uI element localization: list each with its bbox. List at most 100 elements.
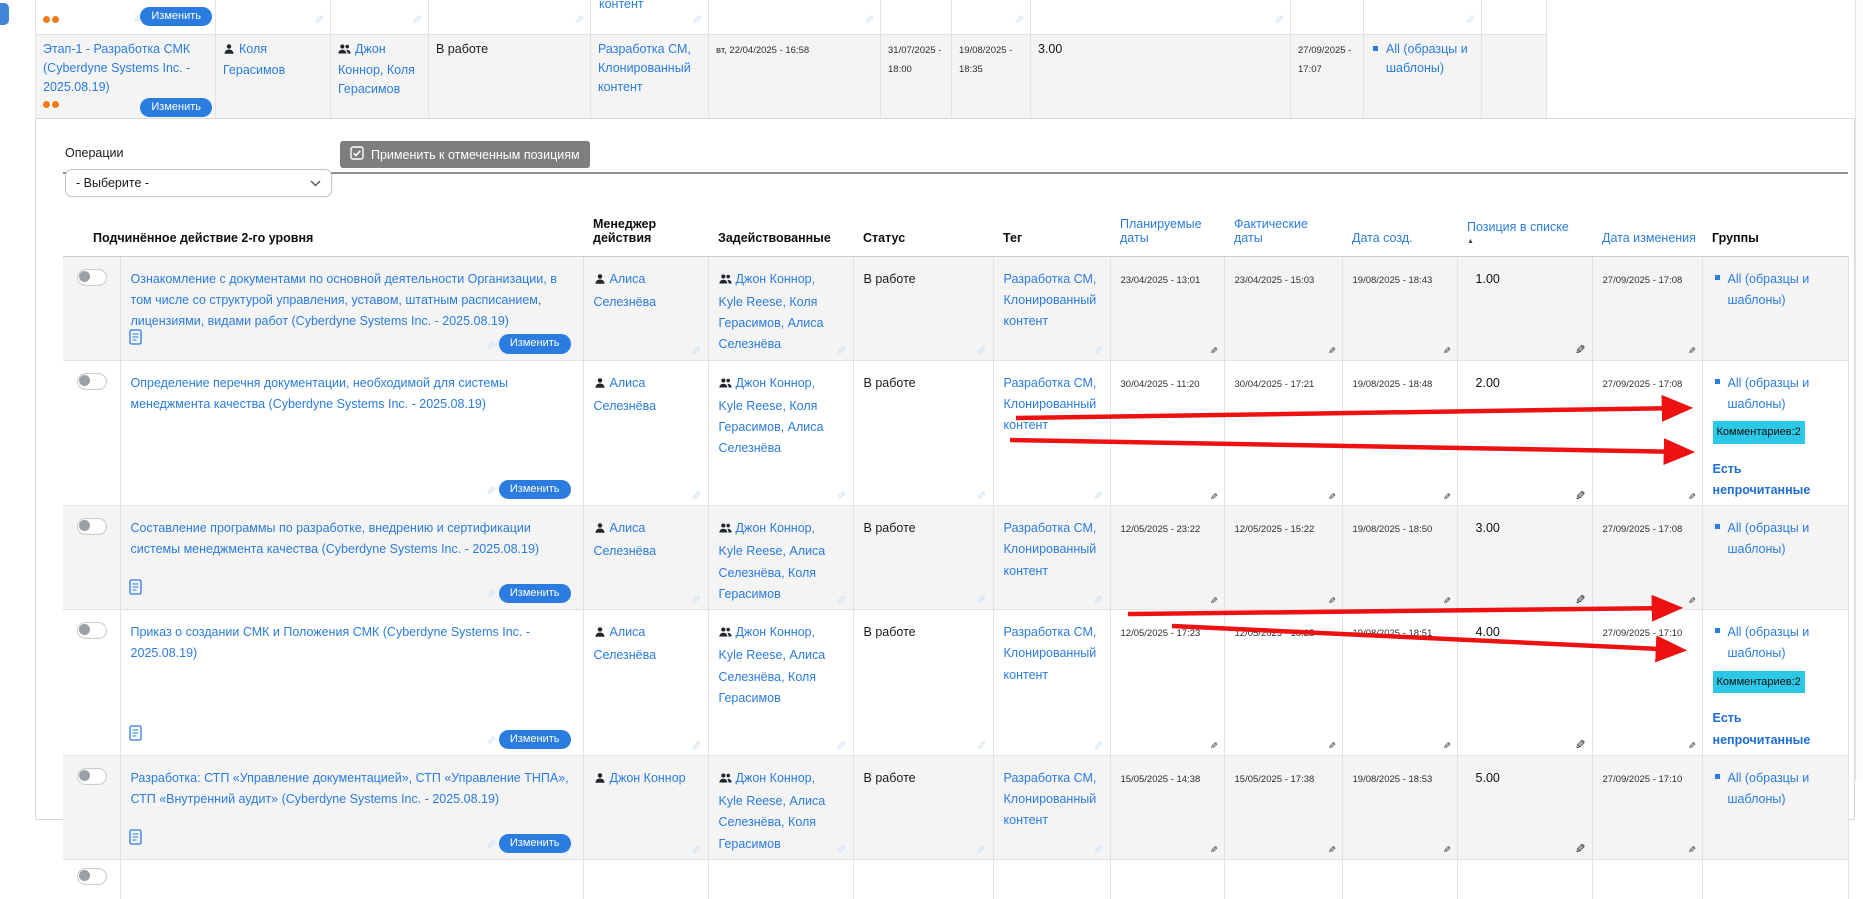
- edit-pencil-icon[interactable]: ✎: [1210, 597, 1218, 607]
- edit-pencil-icon[interactable]: ✎: [1328, 742, 1336, 752]
- tag-link[interactable]: Разработка СМ, Клонированный контент: [1004, 376, 1097, 433]
- row-toggle[interactable]: [77, 868, 107, 885]
- edit-pencil-icon[interactable]: ✎: [836, 844, 846, 856]
- edit-pencil-icon[interactable]: ✎: [1443, 347, 1451, 357]
- action-title-link[interactable]: Определение перечня документации, необхо…: [131, 376, 508, 411]
- edit-pencil-icon[interactable]: ✎: [1688, 597, 1696, 607]
- tag-link[interactable]: Разработка СМ, Клонированный контент: [1004, 625, 1097, 682]
- edit-pencil-icon[interactable]: ✎: [486, 485, 496, 497]
- edit-pencil-icon[interactable]: ✎: [691, 844, 701, 856]
- edit-pencil-icon[interactable]: ✎: [1443, 597, 1451, 607]
- edit-pencil-icon[interactable]: ✎: [1575, 344, 1585, 357]
- edit-pencil-icon[interactable]: ✎: [1328, 347, 1336, 357]
- edit-pencil-icon[interactable]: ✎: [1688, 846, 1696, 856]
- document-icon[interactable]: [129, 829, 142, 852]
- action-title-link[interactable]: Разработка: СТП «Управление документацие…: [131, 771, 569, 806]
- edit-pencil-icon[interactable]: ✎: [1274, 14, 1284, 26]
- edit-pencil-icon[interactable]: ✎: [1210, 347, 1218, 357]
- edit-pencil-icon[interactable]: ✎: [314, 14, 324, 26]
- edit-pencil-icon[interactable]: ✎: [1688, 347, 1696, 357]
- edit-pencil-icon[interactable]: ✎: [1575, 594, 1585, 607]
- edit-pencil-icon[interactable]: ✎: [1093, 345, 1103, 357]
- edit-pencil-icon[interactable]: ✎: [1575, 739, 1585, 752]
- document-icon[interactable]: [129, 725, 142, 748]
- edit-pencil-icon[interactable]: ✎: [486, 589, 496, 601]
- edit-button[interactable]: Изменить: [140, 7, 212, 26]
- edit-pencil-icon[interactable]: ✎: [691, 345, 701, 357]
- edit-pencil-icon[interactable]: ✎: [836, 594, 846, 606]
- header-position-sort-link[interactable]: Позиция в списке: [1467, 220, 1569, 234]
- edit-pencil-icon[interactable]: ✎: [1465, 14, 1475, 26]
- edit-pencil-icon[interactable]: ✎: [976, 490, 986, 502]
- edit-pencil-icon[interactable]: ✎: [1093, 844, 1103, 856]
- edit-pencil-icon[interactable]: ✎: [1443, 493, 1451, 503]
- edit-pencil-icon[interactable]: ✎: [1688, 493, 1696, 503]
- involved-links[interactable]: Джон Коннор, Kyle Reese, Коля Герасимов,…: [719, 376, 824, 456]
- header-planned-sort-link[interactable]: Планируемые даты: [1120, 217, 1202, 245]
- tag-link[interactable]: Разработка СМ, Клонированный контент: [1004, 521, 1097, 578]
- group-link[interactable]: All (образцы и шаблоны): [1728, 518, 1838, 561]
- header-changed-sort-link[interactable]: Дата изменения: [1602, 231, 1696, 245]
- operations-select[interactable]: - Выберите -: [65, 169, 332, 197]
- edit-pencil-icon[interactable]: ✎: [1443, 742, 1451, 752]
- header-created-sort-link[interactable]: Дата созд.: [1352, 231, 1413, 245]
- group-link[interactable]: All (образцы и шаблоны): [1728, 622, 1838, 665]
- edit-pencil-icon[interactable]: ✎: [691, 740, 701, 752]
- tag-link[interactable]: Разработка СМ, Клонированный контент: [1004, 272, 1097, 329]
- group-link[interactable]: All (образцы и шаблоны): [1728, 373, 1838, 416]
- involved-links[interactable]: Джон Коннор, Kyle Reese, Алиса Селезнёва…: [719, 771, 826, 851]
- edit-pencil-icon[interactable]: ✎: [486, 839, 496, 851]
- group-link[interactable]: All (образцы и шаблоны): [1728, 269, 1838, 312]
- group-link[interactable]: All (образцы и шаблоны): [1386, 40, 1473, 78]
- manager-link[interactable]: Джон Коннор: [610, 771, 686, 785]
- tag-link[interactable]: Разработка СМ, Клонированный контент: [1004, 771, 1097, 828]
- row-toggle[interactable]: [77, 373, 107, 390]
- tag-link[interactable]: Разработка СМ, Клонированный контент: [598, 42, 691, 94]
- edit-pencil-icon[interactable]: ✎: [412, 14, 422, 26]
- edit-button[interactable]: Изменить: [499, 730, 571, 749]
- tag-link[interactable]: контент: [592, 0, 707, 11]
- involved-links[interactable]: Джон Коннор, Kyle Reese, Алиса Селезнёва…: [719, 625, 826, 705]
- edit-pencil-icon[interactable]: ✎: [1575, 843, 1585, 856]
- row-toggle[interactable]: [77, 518, 107, 535]
- edit-button[interactable]: Изменить: [499, 480, 571, 499]
- edit-pencil-icon[interactable]: ✎: [691, 594, 701, 606]
- edit-pencil-icon[interactable]: ✎: [836, 740, 846, 752]
- edit-pencil-icon[interactable]: ✎: [1093, 490, 1103, 502]
- document-icon[interactable]: [129, 329, 142, 352]
- edit-button[interactable]: Изменить: [499, 334, 571, 353]
- edit-pencil-icon[interactable]: ✎: [976, 594, 986, 606]
- header-actual-sort-link[interactable]: Фактические даты: [1234, 217, 1308, 245]
- apply-to-marked-button[interactable]: Применить к отмеченным позициям: [340, 141, 590, 168]
- edit-pencil-icon[interactable]: ✎: [836, 345, 846, 357]
- edit-pencil-icon[interactable]: ✎: [836, 490, 846, 502]
- edit-pencil-icon[interactable]: ✎: [1688, 742, 1696, 752]
- edit-pencil-icon[interactable]: ✎: [692, 14, 702, 26]
- edit-pencil-icon[interactable]: ✎: [1328, 846, 1336, 856]
- edit-pencil-icon[interactable]: ✎: [976, 844, 986, 856]
- action-title-link[interactable]: Ознакомление с документами по основной д…: [131, 272, 557, 329]
- edit-pencil-icon[interactable]: ✎: [1328, 597, 1336, 607]
- row-toggle[interactable]: [77, 269, 107, 286]
- involved-links[interactable]: Джон Коннор, Kyle Reese, Алиса Селезнёва…: [719, 521, 826, 601]
- edit-pencil-icon[interactable]: ✎: [486, 735, 496, 747]
- edit-pencil-icon[interactable]: ✎: [1443, 846, 1451, 856]
- edit-button[interactable]: Изменить: [140, 98, 212, 117]
- edit-pencil-icon[interactable]: ✎: [976, 740, 986, 752]
- involved-links[interactable]: Джон Коннор, Kyle Reese, Коля Герасимов,…: [719, 272, 824, 352]
- edit-pencil-icon[interactable]: ✎: [1210, 493, 1218, 503]
- action-title-link[interactable]: Приказ о создании СМК и Положения СМК (C…: [131, 625, 531, 660]
- edit-pencil-icon[interactable]: ✎: [976, 345, 986, 357]
- edit-pencil-icon[interactable]: ✎: [1093, 740, 1103, 752]
- row-toggle[interactable]: [77, 768, 107, 785]
- document-icon[interactable]: [129, 579, 142, 602]
- group-link[interactable]: All (образцы и шаблоны): [1728, 768, 1838, 811]
- edit-pencil-icon[interactable]: ✎: [486, 340, 496, 352]
- vertical-scrollbar[interactable]: [1855, 0, 1863, 780]
- edit-button[interactable]: Изменить: [499, 584, 571, 603]
- sort-ascending-icon[interactable]: ▲: [1467, 238, 1582, 245]
- row-toggle[interactable]: [77, 622, 107, 639]
- edit-pencil-icon[interactable]: ✎: [1210, 742, 1218, 752]
- edit-pencil-icon[interactable]: ✎: [1210, 846, 1218, 856]
- stage-title-link[interactable]: Этап-1 - Разработка СМК (Cyberdyne Syste…: [43, 42, 190, 94]
